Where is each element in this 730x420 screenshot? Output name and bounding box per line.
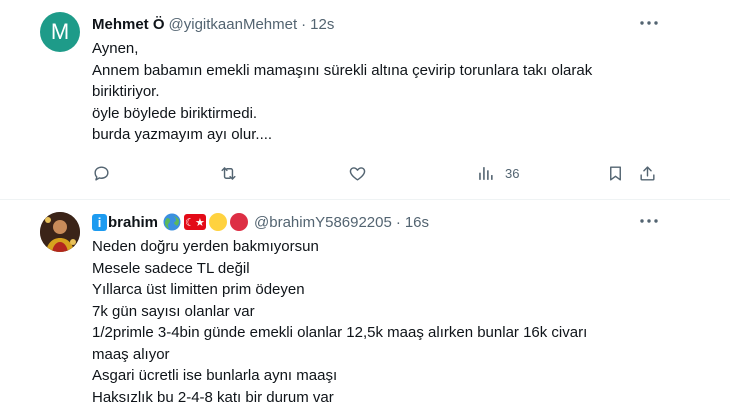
avatar-letter: M [50, 19, 70, 44]
more-options-button[interactable] [638, 14, 660, 32]
avatar[interactable] [40, 212, 80, 252]
user-handle[interactable]: @brahimY58692205 [254, 214, 392, 231]
bookmark-button[interactable] [606, 162, 625, 184]
more-icon [640, 219, 658, 223]
user-handle[interactable]: @yigitkaanMehmet [169, 16, 298, 33]
tweet-text-line: Neden doğru yerden bakmıyorsun [92, 238, 319, 255]
red-heart-icon [230, 213, 249, 231]
tweet-text: Neden doğru yerden bakmıyorsun Mesele sa… [92, 236, 672, 408]
tweet-text: Aynen, Annem babamın emekli mamaşını sür… [92, 38, 672, 146]
display-name[interactable]: i brahim [92, 213, 159, 231]
tweet-text-line: biriktiriyor. [92, 83, 160, 100]
separator-dot: · [395, 213, 401, 231]
like-button[interactable] [348, 162, 367, 184]
more-icon [640, 21, 658, 25]
tweet-text-line: Mesele sadece TL değil [92, 259, 250, 277]
avatar-photo [40, 212, 80, 252]
reply-icon [94, 165, 109, 181]
yellow-heart-icon [209, 213, 228, 231]
tweet-text-line: 1/2primle 3-4bin günde emekli olanlar 12… [92, 324, 588, 341]
tweet-text-line: Asgari ücretli ise bunlarla aynı maaşı [92, 367, 338, 384]
name-info-letter: i [92, 213, 107, 231]
views-button[interactable]: 36 [476, 162, 519, 184]
retweet-icon [221, 166, 236, 180]
tweet-text-line: Yıllarca üst limitten prim ödeyen [92, 281, 305, 298]
views-icon [479, 166, 493, 180]
timestamp[interactable]: 12s [310, 16, 334, 33]
tweet-text-line: Haksızlık bu 2-4-8 katı bir durum var [92, 388, 334, 406]
tweet-header: Mehmet Ö @yigitkaanMehmet · 12s [92, 14, 334, 34]
globe-emoji-icon [163, 213, 181, 231]
tweet-text-line: 7k gün sayısı olanlar var [92, 302, 255, 320]
more-options-button[interactable] [638, 212, 660, 230]
tweet-text-line: Annem babamın emekli mamaşını sürekli al… [92, 61, 593, 79]
tweet-2[interactable]: i brahim ☾★ @brahimY58692205 · 16s Neden … [0, 200, 730, 420]
bookmark-icon [610, 165, 621, 181]
display-name[interactable]: Mehmet Ö [92, 16, 165, 33]
heart-icon [349, 166, 366, 181]
tweet-text-line: maaş alıyor [92, 345, 170, 363]
turkey-flag-icon: ☾★ [184, 214, 207, 230]
tweet-text-line: Aynen, [92, 40, 139, 57]
tweet-header: i brahim ☾★ @brahimY58692205 · 16s [92, 212, 429, 232]
tweet-text-line: burda yazmayım ayı olur.... [92, 126, 273, 143]
tweet-text-line: öyle böylede biriktirmedi. [92, 104, 258, 122]
display-name-rest: brahim [108, 213, 159, 231]
avatar[interactable]: M [40, 12, 80, 52]
views-count: 36 [505, 165, 520, 181]
timestamp[interactable]: 16s [405, 214, 429, 231]
action-bar: 36 [92, 162, 672, 184]
retweet-button[interactable] [219, 162, 238, 184]
tweet-1[interactable]: M Mehmet Ö @yigitkaanMehmet · 12s Aynen,… [0, 0, 730, 200]
share-icon [640, 165, 655, 181]
share-button[interactable] [638, 162, 657, 184]
reply-button[interactable] [92, 162, 111, 184]
separator-dot: · [301, 15, 307, 33]
